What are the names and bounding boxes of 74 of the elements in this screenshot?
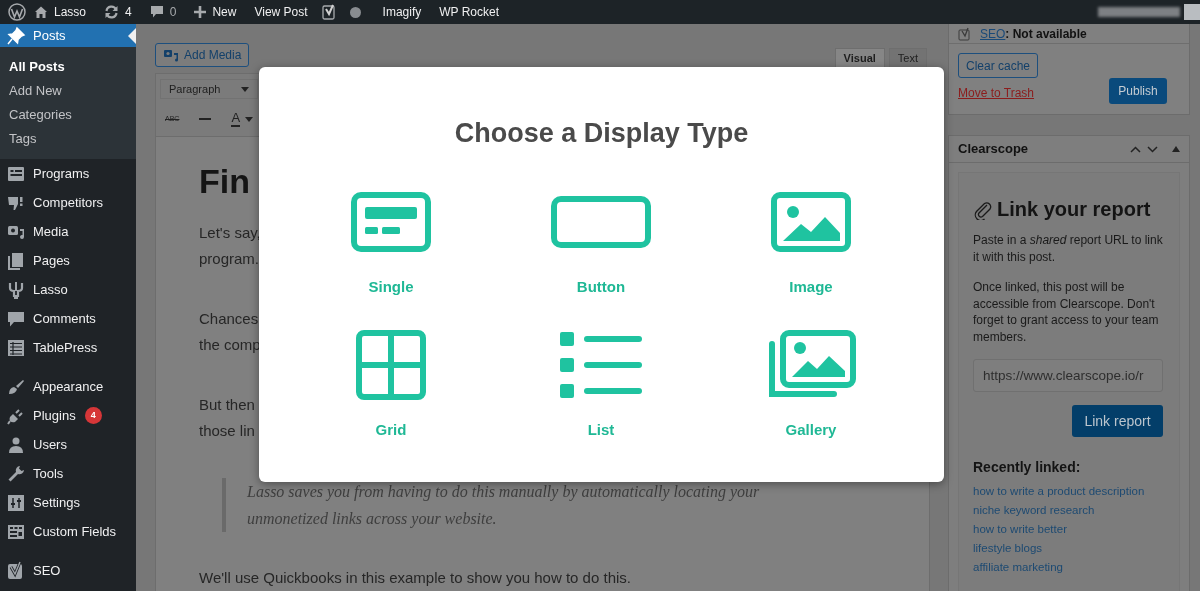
menu-item[interactable]: Lasso [0,275,136,304]
pushpin-icon [6,25,26,46]
avatar-icon [1184,4,1200,20]
toolbar-link[interactable]: Imagify [382,3,422,21]
editor-tab[interactable]: Text [888,48,927,67]
paragraph-line: the comp [199,335,261,355]
menu-item[interactable]: Programs [0,159,136,188]
table-icon [6,337,26,358]
camera-and-note-icon [163,48,179,62]
refresh-icon [104,5,120,19]
paragraph-line: Let's say, [199,223,261,243]
panel-heading: Link your report [997,197,1151,222]
menu-item[interactable]: Users [0,430,136,459]
toolbar-link[interactable]: 0 [149,3,177,21]
pages-icon [6,250,26,271]
link-report-button[interactable]: Link report [1072,405,1163,437]
menu-item[interactable]: TablePress [0,333,136,362]
card-icon [351,192,431,252]
sliders-icon [6,492,26,513]
horizontal-line-icon [199,118,212,120]
paragraph-line: But then [199,395,255,415]
menu-item[interactable]: Media [0,217,136,246]
publish-button[interactable]: Publish [1109,78,1167,104]
menu-item[interactable]: Custom Fields [0,517,136,546]
menu-item[interactable]: Pages [0,246,136,275]
chevron-up-icon [1130,145,1141,153]
report-url-field[interactable]: https://www.clearscope.io/r [973,359,1163,392]
submenu-item[interactable]: Tags [0,127,136,151]
seo-status: SEO: Not available [980,25,1087,43]
toolbar-link[interactable]: Lasso [34,3,87,21]
menu-item[interactable]: Posts [0,24,136,47]
menu-item[interactable]: Comments [0,304,136,333]
count-badge: 4 [84,407,102,424]
paragraph-text: We'll use Quickbooks in this example to show you how to do this. [199,568,632,588]
plus-icon [194,6,207,18]
grid-icon [356,329,426,400]
menu-item[interactable]: SEO [0,556,136,585]
caret-icon [241,86,249,92]
menu-item[interactable]: Appearance [0,372,136,401]
rectangle-icon [551,196,651,248]
wrench-icon [6,463,26,484]
list-icon [560,331,642,398]
home-icon [34,5,48,19]
menu-item[interactable]: Plugins 4 [0,401,136,430]
menu-item[interactable]: Settings [0,488,136,517]
format-select[interactable]: Paragraph [160,79,258,99]
toolbar-link[interactable]: New [194,3,237,21]
submenu-item[interactable]: Categories [0,103,136,127]
submenu-item[interactable]: Add New [0,79,136,103]
panel-title: Clearscope [958,140,1029,159]
blockquote-text: Lasso saves you from having to do this manually by automatically locating your unmonetized links across your website. [247,482,761,530]
image-icon [771,192,851,252]
caret-icon [245,116,254,122]
triangle-up-icon [1172,146,1180,152]
paragraph-line: program. [199,249,260,269]
toolbar-link[interactable]: View Post [254,3,308,21]
menu-item[interactable]: Tools [0,459,136,488]
trident-icon [6,279,26,300]
editor-tab[interactable]: Visual [834,48,885,67]
submenu-item[interactable]: All Posts [0,55,136,79]
intro-text: Paste in a shared report URL to link it with this post. [973,232,1164,265]
text-color-button[interactable]: A [231,111,241,127]
post-heading: Fin [199,161,250,201]
speech-bubble-icon [149,5,164,19]
paragraph-line: Chances [199,309,259,329]
toolbar-link[interactable]: 4 [104,3,132,21]
recently-linked-heading: Recently linked: [973,458,1082,477]
chevron-down-icon [1147,145,1158,153]
paragraph-line: those lin [199,421,255,441]
gallery-icon [766,329,856,400]
toolbar-link[interactable]: WP Rocket [439,3,500,21]
menu-item[interactable]: Competitors [0,188,136,217]
note-text: Once linked, this post will be accessible from Clearscope. Don't forget to grant access to your team members. [973,279,1160,345]
modal-title: Choose a Display Type [453,117,750,149]
